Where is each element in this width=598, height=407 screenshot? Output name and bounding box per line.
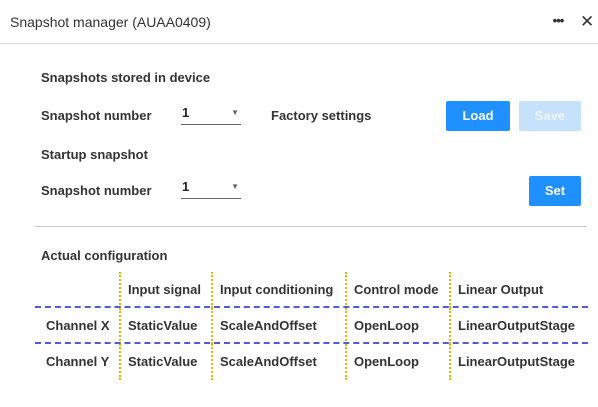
column-divider [449,344,451,380]
load-button[interactable]: Load [446,101,510,131]
chevron-down-icon: ▼ [231,108,239,117]
channel-name: Channel X [46,318,110,333]
input-conditioning-cell: ScaleAndOffset [220,318,317,333]
input-signal-cell: StaticValue [128,354,198,369]
save-button[interactable]: Save [519,101,581,131]
startup-snapshot-number-label: Snapshot number [41,183,152,198]
control-mode-cell: OpenLoop [354,318,419,333]
column-divider [345,308,347,344]
section-divider [35,226,587,227]
control-mode-cell: OpenLoop [354,354,419,369]
column-header: Input signal [128,282,201,297]
column-divider [119,344,121,380]
column-divider [211,308,213,344]
channel-name: Channel Y [46,354,110,369]
actual-configuration-heading: Actual configuration [41,248,168,263]
startup-snapshot-select[interactable]: 1 ▼ [181,177,241,199]
chevron-down-icon: ▼ [231,182,239,191]
column-divider [211,344,213,380]
linear-output-cell: LinearOutputStage [458,318,576,333]
column-divider [119,308,121,344]
column-divider [119,272,121,308]
stored-snapshot-number-label: Snapshot number [41,108,152,123]
table-row: Channel X StaticValue ScaleAndOffset Ope… [35,308,588,344]
column-divider [449,272,451,308]
column-divider [211,272,213,308]
close-icon[interactable]: ✕ [580,12,598,32]
stored-snapshot-value: 1 [182,105,190,120]
input-signal-cell: StaticValue [128,318,198,333]
set-button[interactable]: Set [529,176,581,206]
configuration-table: Input signal Input conditioning Control … [35,272,588,380]
stored-snapshot-select[interactable]: 1 ▼ [181,103,241,125]
title-bar: Snapshot manager (AUAA0409) ••• ✕ [0,0,598,44]
table-header-row: Input signal Input conditioning Control … [35,272,588,308]
startup-snapshot-heading: Startup snapshot [41,147,148,162]
column-divider [449,308,451,344]
column-header: Control mode [354,282,439,297]
stored-snapshots-heading: Snapshots stored in device [41,70,211,85]
column-divider [345,272,347,308]
input-conditioning-cell: ScaleAndOffset [220,354,317,369]
column-divider [345,344,347,380]
snapshot-manager-dialog: Snapshot manager (AUAA0409) ••• ✕ Snapsh… [0,0,598,407]
column-header: Linear Output [458,282,544,297]
dialog-title: Snapshot manager (AUAA0409) [10,14,211,30]
linear-output-cell: LinearOutputStage [458,354,576,369]
column-header: Input conditioning [220,282,334,297]
factory-settings-label: Factory settings [271,108,372,123]
more-options-icon[interactable]: ••• [548,14,568,30]
table-row: Channel Y StaticValue ScaleAndOffset Ope… [35,344,588,380]
startup-snapshot-value: 1 [182,179,190,194]
